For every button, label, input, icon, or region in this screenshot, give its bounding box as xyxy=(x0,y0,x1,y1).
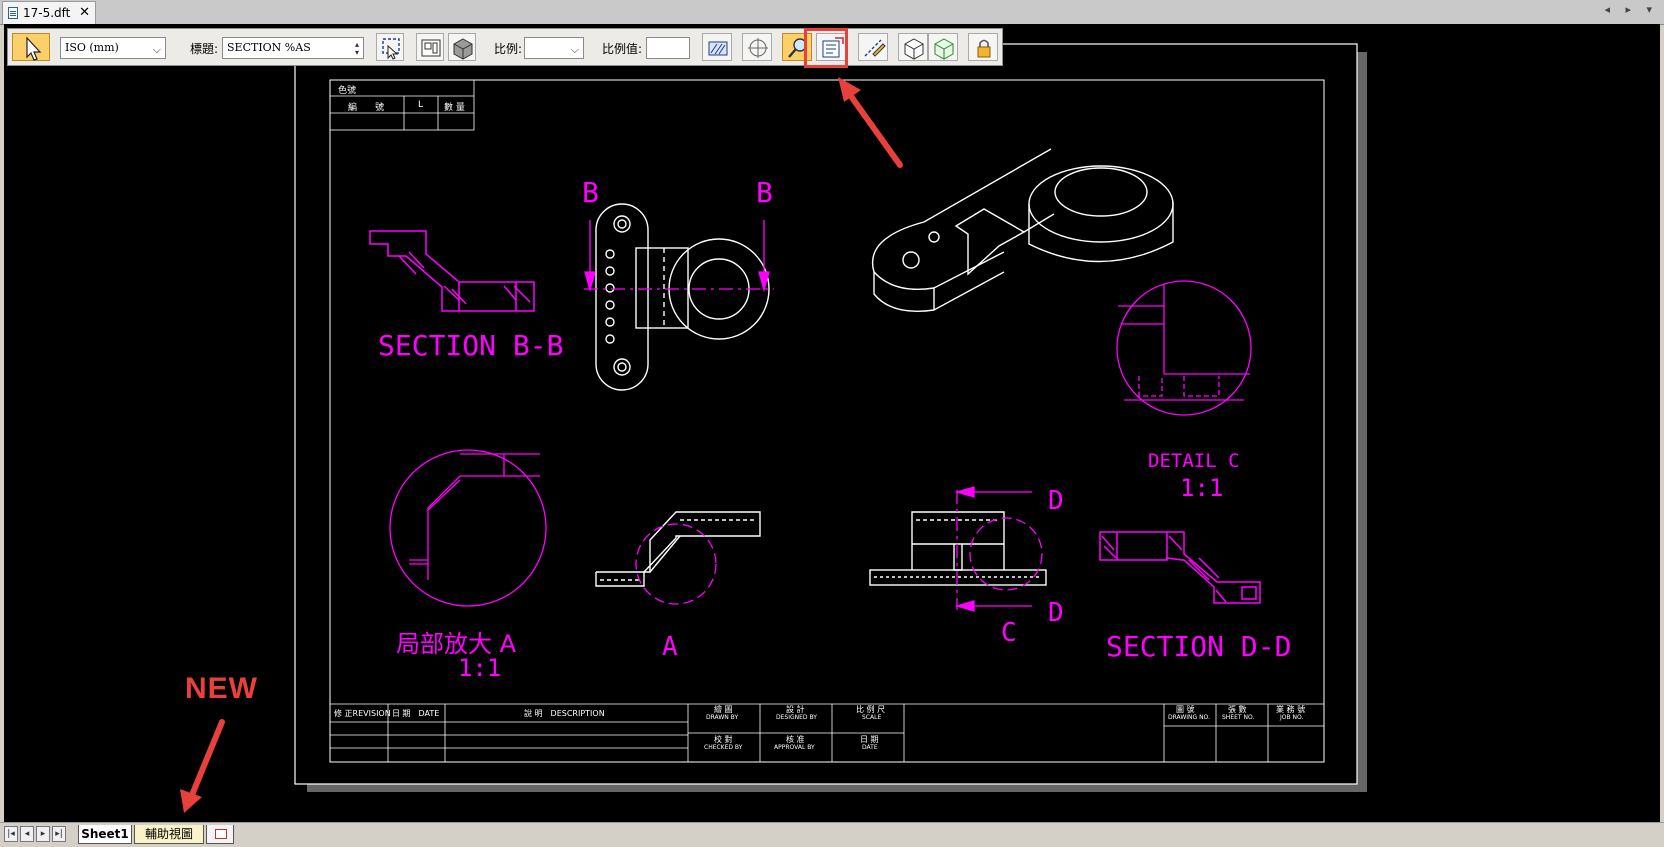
tb-revision: 修 正REVISION xyxy=(334,709,391,718)
green-cube-icon xyxy=(934,38,954,60)
prev-sheet-button[interactable]: ◂ xyxy=(20,826,34,842)
lock-button[interactable] xyxy=(968,33,998,61)
view-properties-toolbar: ISO (mm) ⌵ 標題: SECTION %AS ▴ ▾ 比例: ⌵ 比例值: xyxy=(7,28,1003,66)
shaded-cube-icon xyxy=(453,38,473,60)
standard-dropdown-value: ISO (mm) xyxy=(65,41,119,54)
new-sheet-tab[interactable] xyxy=(206,825,234,844)
tb-approval-by-en: APPROVAL BY xyxy=(774,744,815,751)
detail-c-scale: 1:1 xyxy=(1180,474,1224,502)
parts-list-col-number: 編 號 xyxy=(348,103,385,113)
highlight-box xyxy=(804,28,848,68)
section-bb-label: SECTION B-B xyxy=(378,329,564,362)
new-sheet-icon xyxy=(215,829,227,839)
edit-line-button[interactable] xyxy=(858,33,888,61)
detail-a-scale: 1:1 xyxy=(458,654,502,682)
crosshair-button[interactable] xyxy=(742,33,772,61)
tb-drawing-no-en: DRAWING NO. xyxy=(1168,714,1210,721)
select-tool-button[interactable] xyxy=(12,33,50,61)
scale-value-label: 比例值: xyxy=(602,42,643,56)
first-sheet-button[interactable]: |◂ xyxy=(4,826,18,842)
window-controls[interactable]: ◂ ▸ ▾ xyxy=(1604,3,1658,16)
lock-icon xyxy=(977,39,991,58)
parts-list-col-qty: 數 量 xyxy=(444,103,465,113)
cut-label-c: C xyxy=(1001,618,1017,648)
title-label: 標題: xyxy=(190,42,219,56)
tb-date: 日 期 DATE xyxy=(392,709,440,718)
standard-dropdown[interactable]: ISO (mm) ⌵ xyxy=(60,37,166,59)
sheet-tab-sheet1[interactable]: Sheet1 xyxy=(78,825,132,844)
wireframe-cube-icon xyxy=(904,38,924,60)
arrow-cursor-icon xyxy=(26,36,42,61)
chevron-down-icon: ⌵ xyxy=(152,43,161,56)
select-view-icon xyxy=(382,38,400,60)
tb-designed-by-en: DESIGNED BY xyxy=(776,714,817,721)
tb-sheet-no-en: SHEET NO. xyxy=(1222,714,1255,721)
tb-checked-by-en: CHECKED BY xyxy=(704,744,743,751)
visible-edges-button[interactable] xyxy=(928,33,958,61)
document-tab-title: 17-5.dft xyxy=(23,6,71,20)
parts-list-header: 色號 xyxy=(338,86,357,96)
scale-label: 比例: xyxy=(494,42,523,56)
cut-label-d-top: D xyxy=(1048,486,1064,516)
select-view-button[interactable] xyxy=(376,33,404,61)
tb-drawn-by-en: DRAWN BY xyxy=(706,714,739,721)
close-tab-icon[interactable]: ✕ xyxy=(79,2,90,24)
cut-label-b-left: B xyxy=(582,176,599,209)
document-tab[interactable]: 17-5.dft ✕ xyxy=(2,1,96,24)
draft-file-icon xyxy=(8,7,18,19)
section-dd-label: SECTION D-D xyxy=(1106,630,1292,663)
shaded-view-button[interactable] xyxy=(448,33,476,61)
wireframe-view-button[interactable] xyxy=(898,33,928,61)
spinner-icon: ▴ ▾ xyxy=(354,40,359,57)
tb-date2-en: DATE xyxy=(862,744,878,751)
scale-value-input[interactable] xyxy=(646,37,690,59)
parts-list-col-length: L xyxy=(418,100,424,110)
view-frame-icon xyxy=(421,39,441,57)
scale-dropdown[interactable]: ⌵ xyxy=(524,37,584,59)
view-frame-button[interactable] xyxy=(416,33,444,61)
edit-line-icon xyxy=(864,39,886,57)
sheet-tab-auxiliary-view[interactable]: 輔助視圖 xyxy=(134,825,204,844)
sheet-tab-bar: |◂ ◂ ▸ ▸| Sheet1 輔助視圖 xyxy=(0,822,1664,847)
chevron-down-icon: ⌵ xyxy=(570,43,579,56)
crosshair-icon xyxy=(748,38,768,58)
title-input[interactable]: SECTION %AS ▴ ▾ xyxy=(222,37,364,59)
detail-c-label: DETAIL C xyxy=(1148,450,1240,472)
title-input-value: SECTION %AS xyxy=(227,41,311,54)
document-tab-bar: 17-5.dft ✕ ◂ ▸ ▾ xyxy=(0,0,1664,25)
hatch-icon xyxy=(708,41,728,56)
view-a-label: A xyxy=(662,632,678,662)
hatch-button[interactable] xyxy=(702,33,732,61)
tb-scale-en: SCALE xyxy=(862,714,882,721)
next-sheet-button[interactable]: ▸ xyxy=(36,826,50,842)
cut-label-b-right: B xyxy=(756,176,773,209)
last-sheet-button[interactable]: ▸| xyxy=(52,826,66,842)
cut-label-d-bottom: D xyxy=(1048,598,1064,628)
tb-description: 說 明 DESCRIPTION xyxy=(524,709,605,718)
new-annotation-label: NEW xyxy=(185,672,258,705)
tb-job-no-en: JOB NO. xyxy=(1280,714,1304,721)
